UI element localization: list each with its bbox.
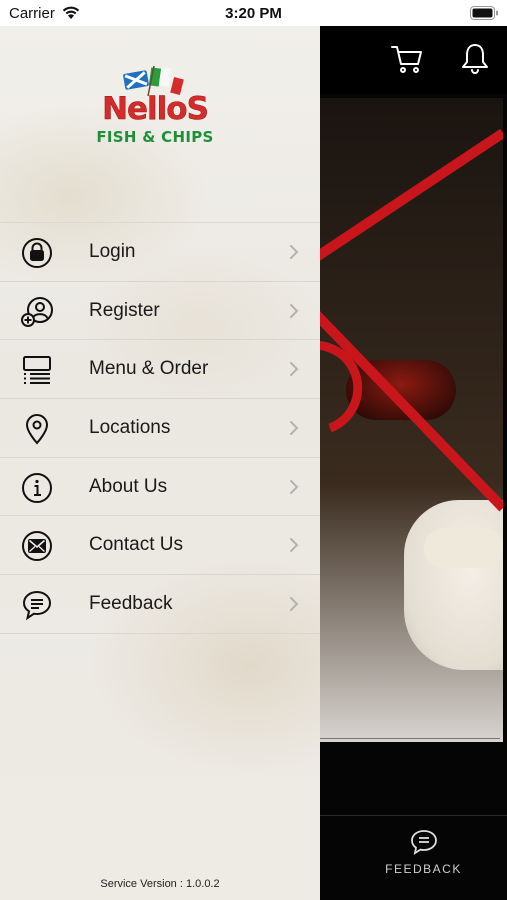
divider — [320, 738, 500, 739]
tab-feedback[interactable]: FEEDBACK — [340, 828, 507, 888]
cart-icon[interactable] — [390, 42, 424, 76]
menu-item-locations[interactable]: Locations — [0, 399, 320, 458]
chevron-right-icon — [290, 538, 299, 553]
add-user-icon — [21, 296, 53, 327]
menu-item-label: About Us — [89, 475, 168, 497]
chevron-right-icon — [290, 421, 299, 436]
chevron-right-icon — [290, 245, 299, 259]
menu-list-icon — [23, 356, 51, 385]
chevron-right-icon — [290, 303, 299, 318]
menu-item-label: Register — [89, 299, 160, 321]
logo-subtitle: FISH & CHIPS — [96, 128, 214, 146]
chevron-right-icon — [290, 597, 299, 612]
info-icon — [22, 472, 52, 503]
menu-item-label: Feedback — [89, 593, 173, 615]
menu-item-label: Login — [89, 241, 136, 262]
side-drawer: NelloS FISH & CHIPS Login Register Menu … — [0, 26, 320, 900]
location-pin-icon — [25, 414, 49, 445]
bell-icon[interactable] — [458, 41, 492, 75]
app-logo: NelloS FISH & CHIPS — [96, 64, 214, 152]
battery-icon — [470, 6, 498, 20]
chat-bubble-icon — [410, 830, 437, 855]
menu-item-label: Locations — [89, 417, 171, 439]
status-bar: Carrier 3:20 PM — [0, 0, 507, 26]
tab-feedback-label: FEEDBACK — [385, 862, 462, 876]
menu-item-contact-us[interactable]: Contact Us — [0, 516, 320, 576]
drawer-menu: Login Register Menu & Order Locations Ab… — [0, 222, 320, 634]
menu-item-login[interactable]: Login — [0, 223, 320, 282]
logo-name: NelloS — [102, 91, 209, 127]
menu-item-about-us[interactable]: About Us — [0, 458, 320, 517]
menu-item-register[interactable]: Register — [0, 282, 320, 341]
lock-icon — [22, 238, 52, 268]
chevron-right-icon — [290, 362, 299, 377]
hero-red-lines — [300, 128, 503, 512]
hero-image — [300, 98, 503, 742]
menu-item-menu-order[interactable]: Menu & Order — [0, 340, 320, 400]
chevron-right-icon — [290, 479, 299, 494]
tab-bar-separator — [320, 815, 507, 816]
envelope-icon — [22, 531, 52, 562]
service-version: Service Version : 1.0.0.2 — [100, 878, 220, 890]
clock: 3:20 PM — [225, 5, 282, 22]
menu-item-label: Contact Us — [89, 534, 183, 556]
chat-bubble-icon — [22, 591, 52, 621]
menu-item-feedback[interactable]: Feedback — [0, 575, 320, 634]
menu-item-label: Menu & Order — [89, 358, 209, 380]
